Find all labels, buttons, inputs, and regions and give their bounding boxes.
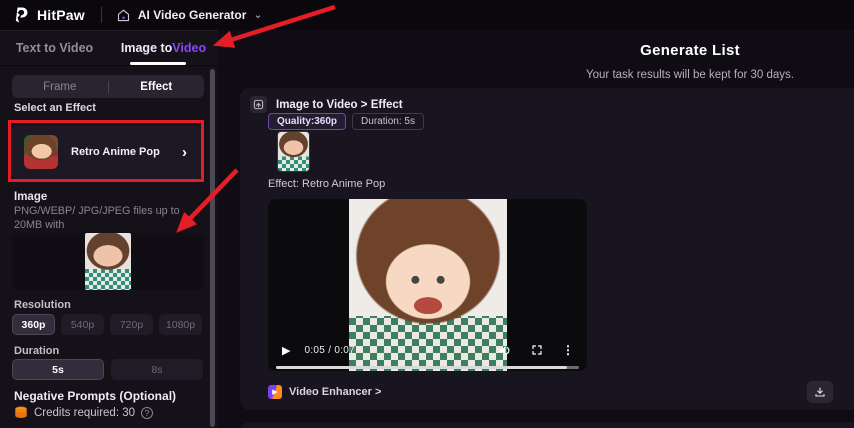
settings-sidebar: Text to Video Image to Video Frame Effec… — [0, 30, 218, 428]
download-button[interactable] — [807, 381, 833, 403]
download-icon — [815, 387, 825, 397]
more-options-icon[interactable]: ⋮ — [562, 343, 574, 357]
resolution-label: Resolution — [14, 299, 71, 311]
active-tab-underline — [130, 62, 186, 65]
video-enhancer-link[interactable]: ▶ Video Enhancer > — [268, 385, 381, 399]
frame-effect-toggle: Frame Effect — [12, 75, 204, 98]
image-to-video-icon — [250, 96, 267, 113]
quality-badge: Quality:360p — [268, 113, 347, 130]
duration-badge: Duration: 5s — [352, 113, 424, 130]
effect-name: Retro Anime Pop — [71, 146, 160, 158]
effect-thumbnail — [24, 135, 58, 169]
help-icon[interactable]: ? — [141, 406, 153, 419]
credits-row: Credits required: 30 ? — [14, 406, 153, 419]
credits-required-text: Credits required: 30 — [34, 406, 135, 419]
hitpaw-logo-icon — [9, 4, 31, 26]
generate-list-header: Generate List Your task results will be … — [440, 42, 854, 81]
resolution-540p-button[interactable]: 540p — [61, 314, 104, 335]
resolution-720p-button[interactable]: 720p — [110, 314, 153, 335]
image-upload-area[interactable] — [12, 233, 204, 290]
app-switcher-dropdown[interactable]: AI Video Generator ⌄ — [116, 8, 263, 23]
task-header: Image to Video > Effect — [250, 96, 403, 113]
next-task-card-edge — [240, 422, 854, 428]
topbar: HitPaw AI Video Generator ⌄ — [0, 0, 854, 30]
resolution-360p-button[interactable]: 360p — [12, 314, 55, 335]
resolution-options: 360p 540p 720p 1080p — [12, 314, 202, 335]
video-player[interactable]: ▶ 0:05 / 0:07 ⋮ — [268, 199, 587, 371]
page-subtitle: Your task results will be kept for 30 da… — [586, 69, 794, 81]
tab-text-to-video[interactable]: Text to Video — [0, 31, 109, 65]
coins-icon — [15, 406, 27, 419]
source-image-thumbnail[interactable] — [277, 131, 310, 172]
page-title: Generate List — [640, 42, 740, 59]
breadcrumb: Image to Video > Effect — [276, 98, 403, 111]
app-title: AI Video Generator — [137, 8, 247, 22]
task-effect-label: Effect: Retro Anime Pop — [268, 178, 386, 190]
duration-options: 5s 8s — [12, 359, 203, 380]
sidebar-scrollbar[interactable] — [210, 69, 215, 427]
duration-5s-button[interactable]: 5s — [12, 359, 104, 380]
resolution-1080p-button[interactable]: 1080p — [159, 314, 202, 335]
selected-effect-card[interactable]: Retro Anime Pop › — [11, 125, 201, 179]
brand-name: HitPaw — [37, 7, 85, 23]
volume-icon[interactable] — [498, 344, 512, 357]
select-effect-label: Select an Effect — [14, 102, 96, 114]
home-icon — [117, 9, 129, 21]
duration-label: Duration — [14, 345, 60, 357]
task-badges: Quality:360p Duration: 5s — [268, 113, 424, 130]
task-card: Image to Video > Effect Quality:360p Dur… — [240, 88, 854, 410]
uploaded-photo — [85, 233, 131, 290]
video-controls: ▶ 0:05 / 0:07 ⋮ — [268, 337, 587, 363]
toggle-option-frame[interactable]: Frame — [12, 81, 108, 93]
fullscreen-icon[interactable] — [531, 344, 543, 356]
topbar-divider — [100, 7, 102, 23]
video-seek-bar[interactable] — [276, 366, 579, 369]
tab-image-to-video[interactable]: Image to Video — [109, 31, 218, 65]
video-mode-tabs: Text to Video Image to Video — [0, 31, 218, 66]
duration-8s-button[interactable]: 8s — [111, 359, 203, 380]
toggle-option-effect[interactable]: Effect — [109, 81, 205, 93]
play-icon[interactable]: ▶ — [282, 344, 290, 357]
chevron-right-icon: › — [182, 143, 187, 161]
negative-prompts-label: Negative Prompts (Optional) — [14, 389, 177, 403]
video-time: 0:05 / 0:07 — [304, 344, 356, 356]
image-section-label: Image — [14, 191, 48, 203]
task-footer: ▶ Video Enhancer > — [268, 381, 833, 403]
chevron-down-icon: ⌄ — [253, 8, 263, 21]
video-enhancer-icon: ▶ — [268, 385, 282, 399]
seek-bar-progress — [276, 366, 567, 369]
hitpaw-app-window: HitPaw AI Video Generator ⌄ Text to Vide… — [0, 0, 854, 428]
